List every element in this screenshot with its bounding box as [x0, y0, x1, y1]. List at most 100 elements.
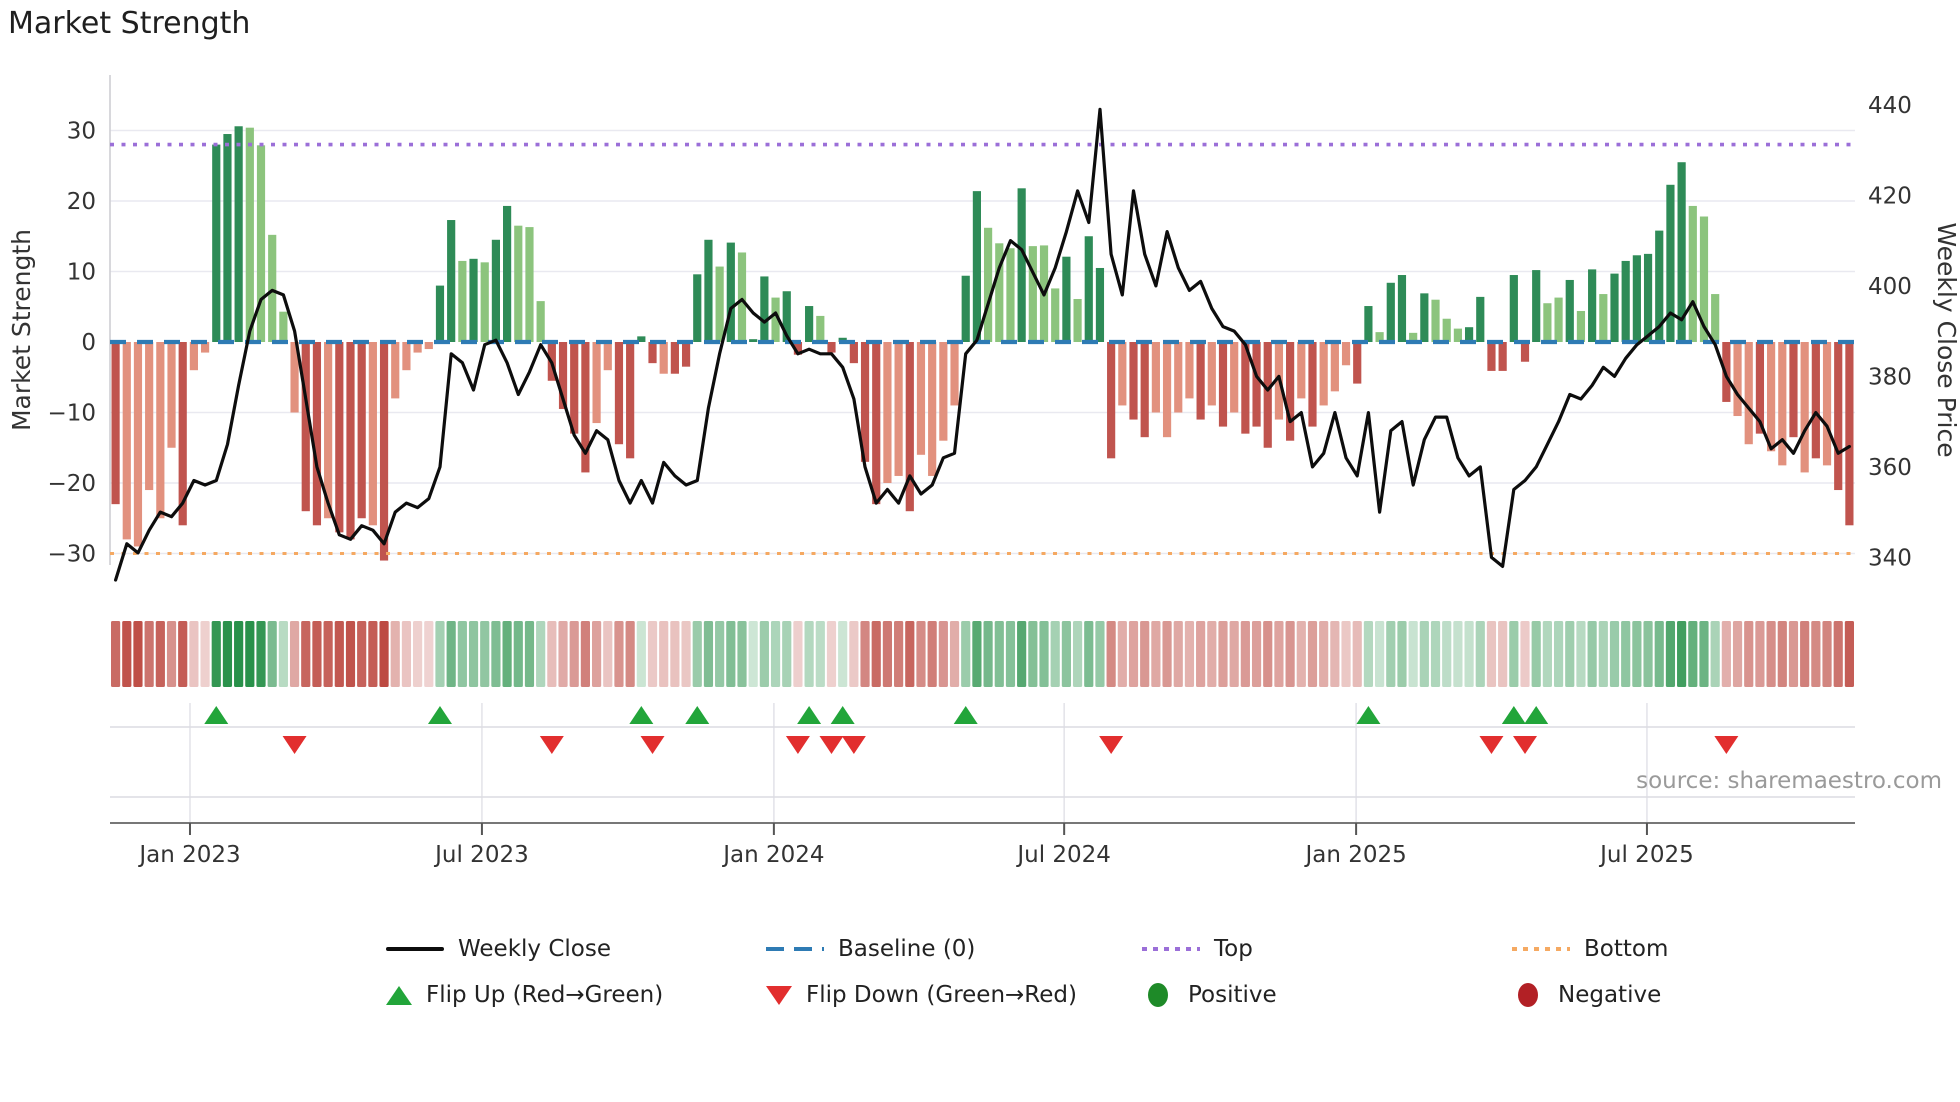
heat-cell — [715, 621, 725, 687]
heat-cell — [301, 621, 311, 687]
strength-bar — [1263, 342, 1272, 448]
heat-cell — [949, 621, 960, 687]
heat-cell — [547, 621, 557, 687]
heat-cell — [357, 621, 367, 687]
heat-cell — [1240, 621, 1250, 687]
heat-cell — [703, 621, 714, 687]
strength-bar — [301, 342, 310, 512]
strength-bar — [1565, 279, 1574, 342]
heat-cell — [1386, 621, 1396, 687]
heat-cell — [670, 621, 680, 687]
heat-cell — [1330, 621, 1340, 687]
heat-cell — [815, 621, 825, 687]
heat-cell — [1531, 621, 1541, 687]
heat-cell — [1621, 621, 1631, 687]
market-strength-dashboard: Market Strength 30 20 10 0 −10 −20 −30 440 420 40… — [0, 0, 1960, 1102]
heat-cell — [491, 621, 501, 687]
heat-cell — [1688, 621, 1698, 687]
strength-bar — [189, 342, 198, 371]
strength-bar — [849, 342, 858, 364]
heat-cell — [838, 621, 848, 687]
heat-cell — [659, 621, 669, 687]
x-tick-label: Jul 2023 — [433, 842, 529, 868]
strength-bar — [368, 342, 377, 526]
heat-cell — [222, 621, 233, 687]
flip-down-marker — [1714, 736, 1739, 754]
strength-bar — [693, 274, 702, 342]
heat-cell — [401, 621, 412, 687]
heat-cell — [536, 621, 546, 687]
strength-bar — [1498, 342, 1507, 371]
left-axis-tick-label: −10 — [47, 401, 96, 427]
strength-bar — [1767, 342, 1776, 452]
strength-bar — [1789, 342, 1798, 438]
heat-cell — [961, 621, 971, 687]
heat-cell — [1251, 621, 1262, 687]
heat-cell — [1117, 621, 1127, 687]
strength-bar — [1297, 342, 1306, 399]
heat-cell — [435, 621, 445, 687]
top-dotted-swatch-icon — [1142, 947, 1200, 951]
heat-cell — [1632, 621, 1642, 687]
heat-cell — [972, 621, 982, 687]
heat-cell — [1732, 621, 1743, 687]
heat-cell — [312, 621, 322, 687]
heat-cell — [882, 621, 893, 687]
strength-bar — [1084, 236, 1093, 342]
right-axis-tick-label: 380 — [1868, 364, 1912, 390]
strength-bar — [1252, 342, 1261, 427]
strength-bar — [972, 191, 981, 342]
heat-cell — [1509, 621, 1519, 687]
heat-cell — [1039, 621, 1049, 687]
heat-cell — [1162, 621, 1172, 687]
flip-down-marker — [1099, 736, 1124, 754]
heat-cell — [1520, 621, 1530, 687]
flip-up-marker — [953, 706, 978, 724]
strength-bar — [1487, 342, 1496, 371]
strength-bar — [503, 205, 512, 342]
heat-cell — [1800, 621, 1810, 687]
strength-bar — [1174, 342, 1183, 413]
heat-cell — [1844, 621, 1854, 687]
flip-up-marker — [797, 706, 822, 724]
flip-up-marker — [1524, 706, 1549, 724]
strength-bar — [1017, 188, 1026, 342]
heat-cell — [1095, 621, 1105, 687]
strength-bar — [1062, 256, 1071, 342]
strength-bar — [670, 342, 679, 374]
strength-bar — [458, 260, 467, 342]
flip-up-marker — [1356, 706, 1381, 724]
heat-cell — [1475, 621, 1485, 687]
strength-bar — [1162, 342, 1172, 438]
heat-cell — [1352, 621, 1362, 687]
strength-bar — [1151, 342, 1160, 413]
heat-cell — [558, 621, 568, 687]
strength-bar — [1632, 255, 1641, 342]
heat-cell — [916, 621, 926, 687]
strength-bar — [1733, 342, 1742, 417]
heat-cell — [804, 621, 814, 687]
heat-cell — [245, 621, 255, 687]
heat-cell — [1397, 621, 1407, 687]
heat-cell — [938, 621, 948, 687]
heat-cell — [1777, 621, 1787, 687]
left-axis-tick-label: 0 — [81, 330, 96, 356]
strength-bar — [1845, 342, 1854, 526]
chart-legend: Weekly Close Baseline (0) Top Bottom Fli… — [370, 920, 1700, 1030]
heat-cell — [1822, 621, 1832, 687]
strength-bar — [1621, 260, 1630, 342]
heat-cell — [289, 621, 300, 687]
legend-item-baseline: Baseline (0) — [766, 932, 975, 966]
heat-cell — [1699, 621, 1709, 687]
strength-bar — [1218, 342, 1228, 427]
strength-bar — [335, 342, 344, 533]
heat-cell — [1319, 621, 1329, 687]
heat-cell — [1005, 621, 1016, 687]
strength-bar — [715, 266, 724, 342]
heat-cell — [1755, 621, 1765, 687]
legend-item-positive: Positive — [1142, 978, 1277, 1012]
heat-cell — [625, 621, 635, 687]
strength-bar — [234, 126, 243, 343]
heat-cell — [603, 621, 613, 687]
heat-cell — [1598, 621, 1608, 687]
